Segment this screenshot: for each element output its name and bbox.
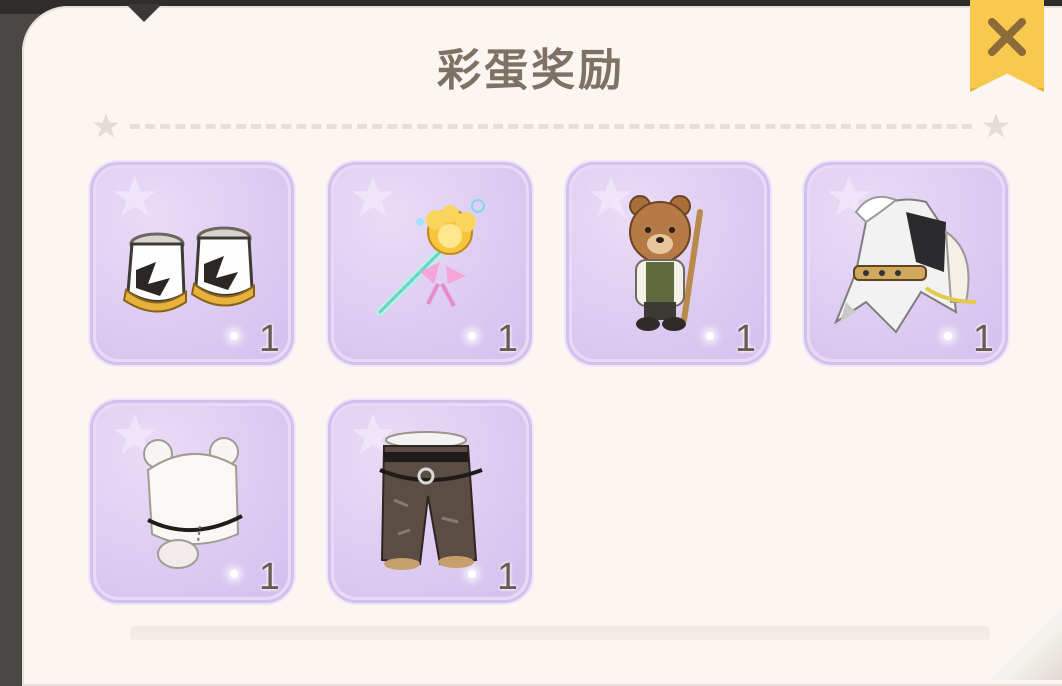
- reward-count: 1: [496, 318, 518, 360]
- reward-item[interactable]: 1: [804, 162, 1008, 365]
- boots-icon: [122, 226, 255, 313]
- reward-count: 1: [972, 318, 994, 360]
- panel-notch: [126, 4, 162, 22]
- star-icon: [93, 113, 119, 138]
- reward-item[interactable]: 1: [328, 400, 532, 603]
- reward-count: 1: [496, 556, 518, 598]
- star-icon: [983, 113, 1009, 138]
- reward-count: 1: [734, 318, 756, 360]
- reward-item[interactable]: 1: [566, 162, 770, 365]
- reward-item[interactable]: 1: [90, 162, 294, 365]
- close-icon: [988, 18, 1026, 56]
- jacket-icon: [833, 196, 977, 334]
- reward-item[interactable]: 1: [328, 162, 532, 365]
- pants-icon: [379, 431, 483, 570]
- panel-bottom-edge: [130, 626, 990, 640]
- wand-icon: [376, 199, 485, 316]
- reward-count: 1: [258, 318, 280, 360]
- reward-count: 1: [258, 556, 280, 598]
- teddy-bear-icon: [629, 195, 703, 331]
- reward-item[interactable]: 1: [90, 400, 294, 603]
- dialog-title: 彩蛋奖励: [437, 45, 625, 96]
- hood-icon: [143, 437, 243, 569]
- title-divider: [92, 112, 1010, 140]
